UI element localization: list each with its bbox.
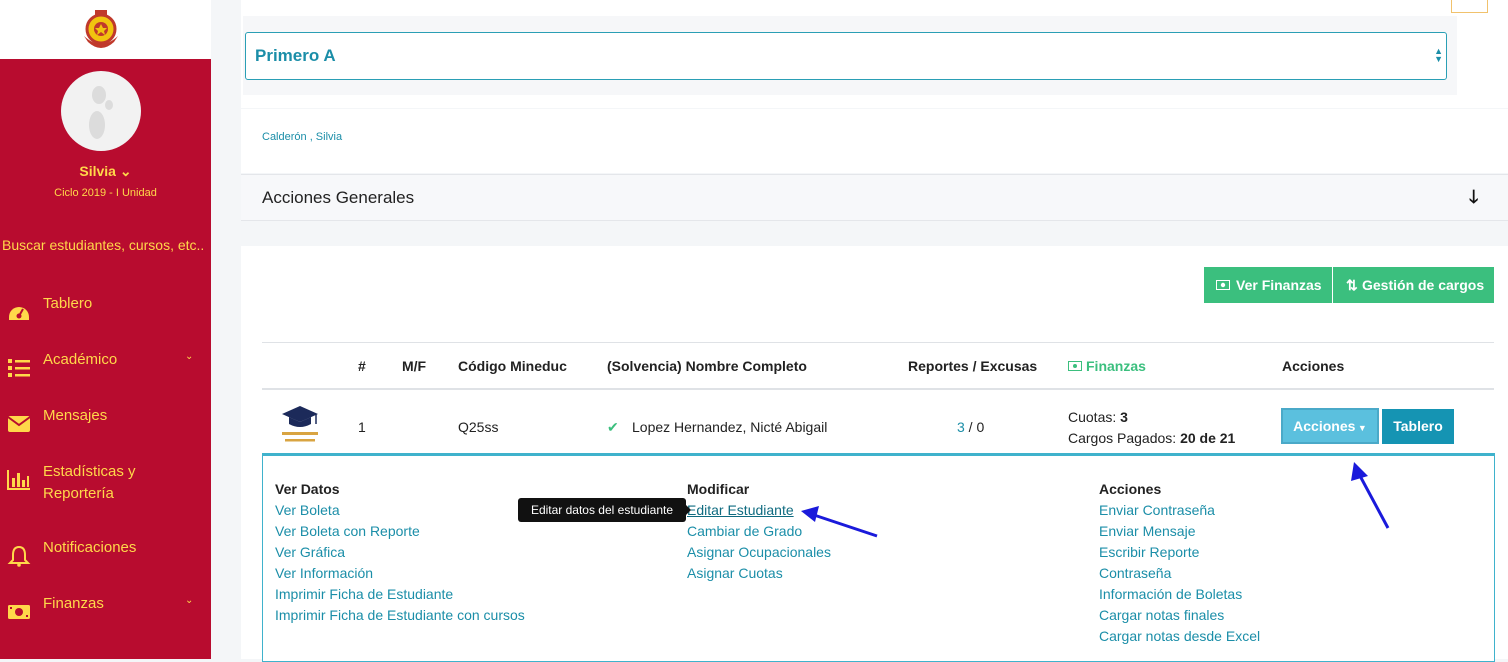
row-number: 1 — [358, 419, 366, 435]
excusas-count: / 0 — [964, 419, 985, 435]
sidebar-item-label: Tablero — [43, 295, 93, 312]
col-header-codigo: Código Mineduc — [458, 358, 567, 374]
reportes-link[interactable]: 3 — [957, 419, 965, 435]
accordion-title: Acciones Generales — [262, 188, 415, 207]
informacion-boletas-link[interactable]: Información de Boletas — [1099, 586, 1242, 602]
sidebar-item-notificaciones[interactable]: Notificaciones — [0, 537, 211, 577]
sort-icon: ⇅ — [1346, 277, 1358, 293]
sidebar-item-finanzas[interactable]: Finanzas ⌄ — [0, 593, 211, 633]
ver-datos-title: Ver Datos — [275, 481, 340, 497]
cuotas-label: Cuotas: — [1068, 409, 1121, 425]
ver-boleta-link[interactable]: Ver Boleta — [275, 502, 340, 518]
row-reportes: 3 / 0 — [957, 419, 984, 435]
caret-down-icon: ▼ — [1355, 423, 1367, 433]
col-header-acciones: Acciones — [1282, 358, 1345, 374]
table-top-border — [262, 342, 1494, 343]
row-codigo: Q25ss — [458, 419, 499, 435]
cargar-notas-excel-link[interactable]: Cargar notas desde Excel — [1099, 628, 1260, 644]
teacher-link[interactable]: Calderón , Silvia — [262, 131, 342, 143]
enviar-contrasena-link[interactable]: Enviar Contraseña — [1099, 502, 1215, 518]
button-label: Acciones — [1293, 418, 1356, 434]
acciones-generales-accordion[interactable] — [241, 174, 1508, 221]
school-logo[interactable] — [78, 8, 124, 52]
chevron-down-icon: ⌄ — [185, 595, 194, 606]
cargar-notas-finales-link[interactable]: Cargar notas finales — [1099, 607, 1224, 623]
sidebar-item-label: Notificaciones — [43, 539, 137, 556]
sidebar-item-mensajes[interactable]: Mensajes — [0, 405, 211, 445]
sidebar-item-tablero[interactable]: Tablero — [0, 293, 211, 333]
envelope-icon — [7, 416, 31, 432]
table-header-border — [262, 388, 1494, 390]
check-icon: ✔ — [607, 419, 619, 435]
edit-icon[interactable] — [1451, 0, 1488, 13]
imprimir-ficha-cursos-link[interactable]: Imprimir Ficha de Estudiante con cursos — [275, 607, 525, 623]
sidebar: Silvia ⌄ Ciclo 2019 - I Unidad Buscar es… — [0, 0, 211, 659]
money-icon — [1216, 280, 1230, 290]
acciones-dropdown-panel — [262, 453, 1495, 662]
sidebar-item-label: Académico — [43, 351, 118, 368]
imprimir-ficha-link[interactable]: Imprimir Ficha de Estudiante — [275, 586, 453, 602]
col-header-number: # — [358, 358, 366, 374]
col-header-finanzas-label: Finanzas — [1086, 358, 1146, 374]
course-select[interactable]: Primero A ▲ ▼ — [245, 32, 1447, 80]
button-label: Ver Finanzas — [1236, 277, 1322, 293]
tablero-button[interactable]: Tablero — [1382, 409, 1454, 444]
user-name: Silvia — [79, 163, 116, 179]
ver-finanzas-button[interactable]: Ver Finanzas — [1204, 267, 1332, 303]
sidebar-item-label: Mensajes — [43, 407, 108, 424]
select-arrows-icon: ▲ ▼ — [1434, 46, 1443, 64]
list-icon — [8, 359, 30, 377]
tooltip: Editar datos del estudiante — [518, 498, 691, 522]
cargos-label: Cargos Pagados: — [1068, 430, 1181, 446]
chevron-down-icon: ⌄ — [185, 351, 194, 362]
modificar-title: Modificar — [687, 481, 750, 497]
asignar-cuotas-link[interactable]: Asignar Cuotas — [687, 565, 783, 581]
col-header-mf: M/F — [402, 358, 427, 374]
row-cuotas: Cuotas: 3 — [1068, 409, 1128, 425]
dashboard-icon — [9, 307, 29, 320]
cuotas-value: 3 — [1120, 409, 1128, 425]
money-icon — [1068, 361, 1082, 371]
search-input[interactable]: Buscar estudiantes, cursos, etc.. — [2, 237, 204, 253]
ver-boleta-reporte-link[interactable]: Ver Boleta con Reporte — [275, 523, 420, 539]
sidebar-item-estadisticas[interactable]: Estadísticas y Reportería — [0, 461, 211, 511]
sidebar-item-label: Reportería — [43, 485, 114, 502]
acciones-dropdown-button[interactable]: Acciones ▼ — [1281, 408, 1379, 444]
bell-icon — [7, 545, 31, 567]
sidebar-item-label: Finanzas — [43, 595, 104, 612]
cambiar-grado-link[interactable]: Cambiar de Grado — [687, 523, 802, 539]
chevron-down-icon: ⌄ — [115, 163, 132, 179]
enviar-mensaje-link[interactable]: Enviar Mensaje — [1099, 523, 1196, 539]
course-select-value: Primero A — [255, 46, 336, 65]
col-header-nombre: (Solvencia) Nombre Completo — [607, 358, 807, 374]
cargos-value: 20 de 21 — [1180, 430, 1236, 446]
editar-estudiante-link[interactable]: Editar Estudiante — [687, 502, 794, 518]
acciones-title: Acciones — [1099, 481, 1162, 497]
sidebar-header — [0, 0, 211, 59]
user-menu[interactable]: Silvia ⌄ — [0, 163, 211, 180]
school-crest-icon — [282, 406, 318, 442]
sidebar-item-label: Estadísticas y — [43, 463, 136, 480]
bar-chart-icon — [7, 470, 30, 490]
row-cargos: Cargos Pagados: 20 de 21 — [1068, 430, 1235, 446]
avatar[interactable] — [61, 71, 141, 151]
arrow-down-icon[interactable]: 🡓 — [1469, 185, 1478, 215]
contrasena-link[interactable]: Contraseña — [1099, 565, 1171, 581]
cycle-label: Ciclo 2019 - I Unidad — [54, 187, 157, 199]
ver-informacion-link[interactable]: Ver Información — [275, 565, 373, 581]
money-icon — [8, 605, 30, 619]
button-label: Gestión de cargos — [1362, 277, 1485, 293]
gestion-cargos-button[interactable]: ⇅ Gestión de cargos — [1333, 267, 1494, 303]
row-nombre: Lopez Hernandez, Nicté Abigail — [632, 419, 828, 435]
col-header-reportes: Reportes / Excusas — [908, 358, 1038, 374]
ver-grafica-link[interactable]: Ver Gráfica — [275, 544, 345, 560]
asignar-ocupacionales-link[interactable]: Asignar Ocupacionales — [687, 544, 831, 560]
escribir-reporte-link[interactable]: Escribir Reporte — [1099, 544, 1199, 560]
footprint-icon — [89, 86, 113, 139]
sidebar-item-academico[interactable]: Académico ⌄ — [0, 349, 211, 389]
teacher-card — [241, 109, 1508, 173]
col-header-finanzas: Finanzas — [1068, 358, 1146, 374]
main-content: Primero A ▲ ▼ Calderón , Silvia Acciones … — [211, 0, 1508, 662]
